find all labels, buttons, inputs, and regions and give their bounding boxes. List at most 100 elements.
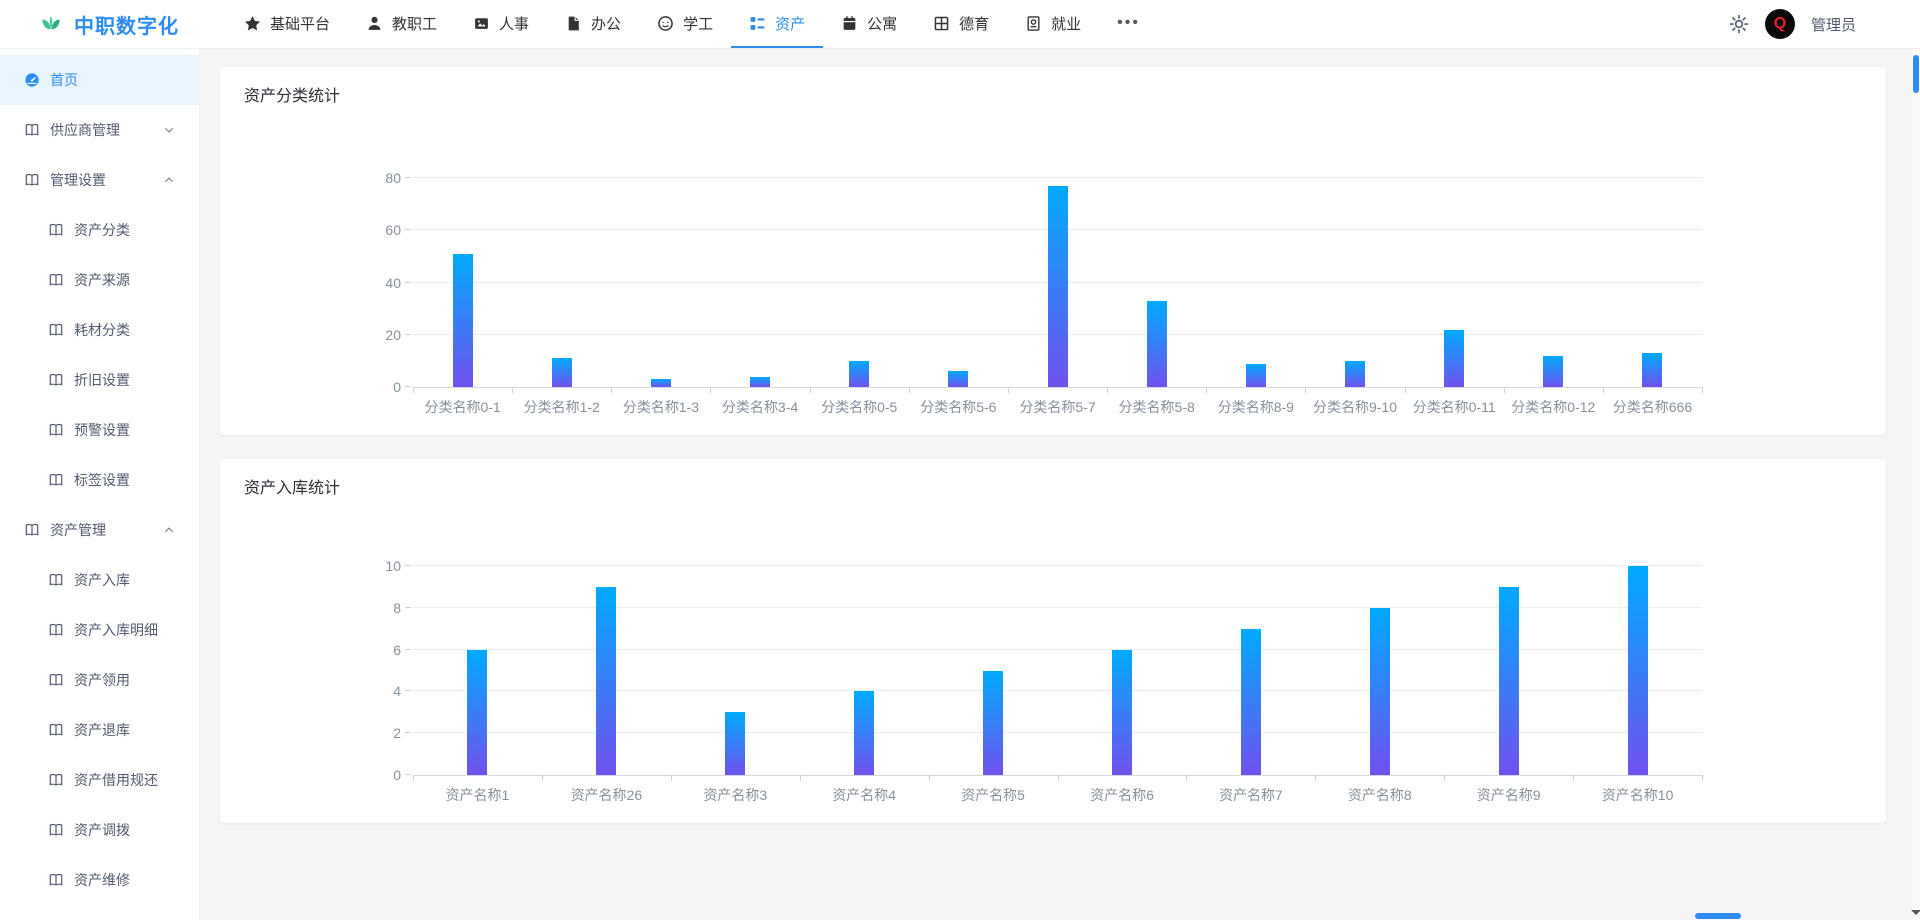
chart-category-slot [671, 566, 800, 775]
asset-category-chart-card: 资产分类统计 020406080 分类名称0-1分类名称1-2分类名称1-3分类… [220, 67, 1886, 435]
sidebar-item-tag-settings[interactable]: 标签设置 [0, 455, 199, 505]
bar-资产名称26[interactable] [596, 587, 616, 775]
sidebar-item-consumable-category[interactable]: 耗材分类 [0, 305, 199, 355]
chart-x-labels: 资产名称1资产名称26资产名称3资产名称4资产名称5资产名称6资产名称7资产名称… [413, 785, 1702, 805]
nav-item-moral-education[interactable]: 德育 [915, 0, 1007, 48]
y-axis-tick-label: 80 [385, 170, 401, 186]
sidebar-item-asset-management[interactable]: 资产管理 [0, 505, 199, 555]
sidebar-item-asset-transfer[interactable]: 资产调拨 [0, 805, 199, 855]
chart-category-slot [1206, 178, 1305, 387]
chart-plot: 0246810 [413, 566, 1702, 776]
y-axis-tick-label: 20 [385, 327, 401, 343]
y-axis-tick [405, 565, 411, 566]
sidebar-item-asset-inbound-detail[interactable]: 资产入库明细 [0, 605, 199, 655]
user-name[interactable]: 管理员 [1811, 14, 1856, 35]
bar-资产名称6[interactable] [1112, 650, 1132, 775]
y-axis-tick-label: 6 [393, 642, 401, 658]
nav-item-apartment[interactable]: 公寓 [823, 0, 915, 48]
nav-item-more[interactable]: ••• [1099, 0, 1158, 48]
sidebar-item-label: 资产领用 [74, 670, 130, 690]
vertical-scrollbar[interactable] [1912, 49, 1920, 920]
face-icon [657, 15, 674, 32]
bar-资产名称1[interactable] [467, 650, 487, 775]
bar-分类名称1-3[interactable] [651, 379, 671, 387]
sidebar-item-asset-return[interactable]: 资产退库 [0, 705, 199, 755]
sidebar-item-asset-requisition[interactable]: 资产领用 [0, 655, 199, 705]
sidebar-item-label: 资产入库 [74, 570, 130, 590]
bar-分类名称0-5[interactable] [849, 361, 869, 387]
sidebar-item-alert-settings[interactable]: 预警设置 [0, 405, 199, 455]
bar-资产名称9[interactable] [1499, 587, 1519, 775]
bar-资产名称7[interactable] [1241, 629, 1261, 775]
app-logo[interactable]: 中职数字化 [0, 0, 200, 48]
x-axis-category-label: 分类名称0-11 [1405, 397, 1504, 417]
bar-分类名称8-9[interactable] [1246, 364, 1266, 388]
x-axis-category-label: 分类名称0-12 [1504, 397, 1603, 417]
bar-分类名称9-10[interactable] [1345, 361, 1365, 387]
book-icon [48, 722, 64, 738]
x-axis-tick [1107, 387, 1108, 393]
book-icon [48, 422, 64, 438]
settings-gear-icon[interactable] [1729, 14, 1749, 34]
horizontal-scrollbar-thumb[interactable] [1695, 913, 1741, 919]
chart-category-slot [800, 566, 929, 775]
navbar-right: Q 管理员 [1729, 0, 1920, 48]
book-icon [48, 322, 64, 338]
nav-item-label: 人事 [499, 13, 529, 34]
sidebar-item-label: 资产退库 [74, 720, 130, 740]
chart-category-slot [810, 178, 909, 387]
bar-资产名称3[interactable] [725, 712, 745, 775]
doc-badge-icon [1025, 15, 1042, 32]
y-axis-tick [405, 229, 411, 230]
bar-分类名称0-12[interactable] [1543, 356, 1563, 387]
sidebar-item-asset-category[interactable]: 资产分类 [0, 205, 199, 255]
bar-资产名称10[interactable] [1628, 566, 1648, 775]
bar-分类名称5-7[interactable] [1048, 186, 1068, 387]
vertical-scrollbar-thumb[interactable] [1913, 55, 1919, 93]
nav-item-office[interactable]: 办公 [547, 0, 639, 48]
nav-item-asset[interactable]: 资产 [731, 0, 823, 48]
nav-item-label: 办公 [591, 13, 621, 34]
x-axis-tick [800, 775, 801, 781]
user-avatar[interactable]: Q [1765, 9, 1795, 39]
sidebar-item-management-settings[interactable]: 管理设置 [0, 155, 199, 205]
sidebar-item-asset-inbound[interactable]: 资产入库 [0, 555, 199, 605]
sidebar-item-asset-source[interactable]: 资产来源 [0, 255, 199, 305]
sidebar-item-label: 资产来源 [74, 270, 130, 290]
sidebar-item-label: 供应商管理 [50, 120, 120, 140]
bars-layer [413, 178, 1702, 387]
y-axis-tick [405, 690, 411, 691]
x-axis-tick [1315, 775, 1316, 781]
x-axis-category-label: 资产名称3 [671, 785, 800, 805]
bar-资产名称8[interactable] [1370, 608, 1390, 775]
sidebar-item-home[interactable]: 首页 [0, 55, 199, 105]
bar-分类名称3-4[interactable] [750, 377, 770, 387]
chart-category-slot [542, 566, 671, 775]
bar-分类名称0-11[interactable] [1444, 330, 1464, 387]
nav-item-employment[interactable]: 就业 [1007, 0, 1099, 48]
sidebar-item-asset-repair[interactable]: 资产维修 [0, 855, 199, 905]
book-icon [24, 122, 40, 138]
x-axis-category-label: 分类名称3-4 [710, 397, 809, 417]
y-axis-tick [405, 282, 411, 283]
bar-分类名称5-6[interactable] [948, 371, 968, 387]
top-navbar: 中职数字化 基础平台教职工 人事 办公学工资产公寓德育就业••• Q 管理员 [0, 0, 1920, 49]
nav-item-student-affairs[interactable]: 学工 [639, 0, 731, 48]
bar-分类名称666[interactable] [1642, 353, 1662, 387]
bar-资产名称5[interactable] [983, 671, 1003, 776]
bar-资产名称4[interactable] [854, 691, 874, 775]
nav-item-base-platform[interactable]: 基础平台 [226, 0, 348, 48]
scrollbar-down-arrow-icon[interactable] [1911, 910, 1920, 915]
chart-category-slot [1603, 178, 1702, 387]
bar-分类名称5-8[interactable] [1147, 301, 1167, 387]
nav-item-staff[interactable]: 教职工 [348, 0, 455, 48]
nav-item-hr[interactable]: 人事 [455, 0, 547, 48]
horizontal-scrollbar[interactable] [200, 912, 1912, 920]
bar-分类名称1-2[interactable] [552, 358, 572, 387]
sidebar-item-supplier-management[interactable]: 供应商管理 [0, 105, 199, 155]
sidebar-item-depreciation-settings[interactable]: 折旧设置 [0, 355, 199, 405]
sidebar-item-asset-borrow-return[interactable]: 资产借用规还 [0, 755, 199, 805]
chevron-up-icon [163, 174, 175, 186]
x-axis-tick [542, 775, 543, 781]
bar-分类名称0-1[interactable] [453, 254, 473, 387]
